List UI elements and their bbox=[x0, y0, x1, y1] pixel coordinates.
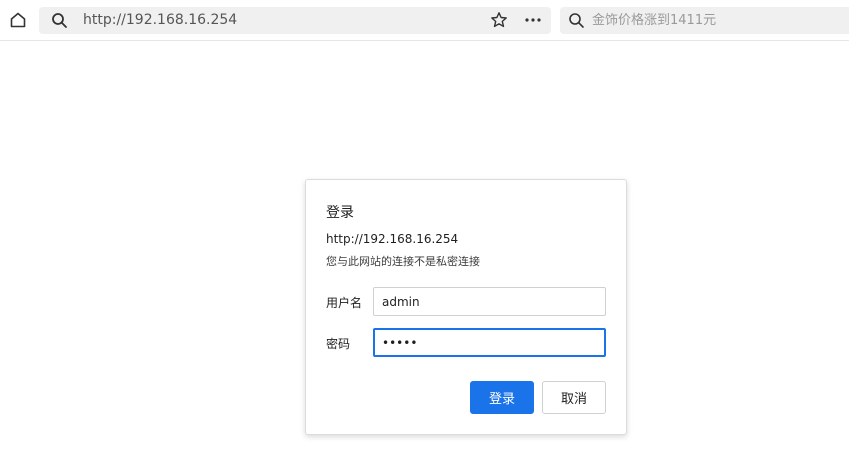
username-label: 用户名 bbox=[326, 296, 363, 310]
url-text[interactable]: http://192.168.16.254 bbox=[83, 12, 237, 29]
login-dialog: 登录 http://192.168.16.254 您与此网站的连接不是私密连接 … bbox=[305, 179, 627, 435]
password-field[interactable] bbox=[373, 328, 606, 357]
cancel-button[interactable]: 取消 bbox=[542, 381, 606, 414]
login-button[interactable]: 登录 bbox=[470, 381, 534, 414]
search-input[interactable] bbox=[592, 10, 842, 31]
more-icon[interactable] bbox=[523, 11, 543, 29]
password-label: 密码 bbox=[326, 337, 351, 351]
dialog-title: 登录 bbox=[326, 205, 354, 221]
star-icon[interactable] bbox=[490, 11, 508, 29]
search-icon bbox=[569, 13, 584, 28]
insecure-connection-warning: 您与此网站的连接不是私密连接 bbox=[326, 255, 480, 268]
home-icon bbox=[10, 12, 26, 28]
search-bar[interactable] bbox=[560, 7, 849, 34]
home-button[interactable] bbox=[6, 8, 30, 32]
username-field[interactable] bbox=[373, 287, 606, 316]
search-icon bbox=[52, 13, 67, 28]
dialog-site-url: http://192.168.16.254 bbox=[326, 232, 459, 246]
address-bar[interactable]: http://192.168.16.254 bbox=[39, 7, 551, 34]
browser-toolbar: http://192.168.16.254 bbox=[0, 0, 849, 41]
